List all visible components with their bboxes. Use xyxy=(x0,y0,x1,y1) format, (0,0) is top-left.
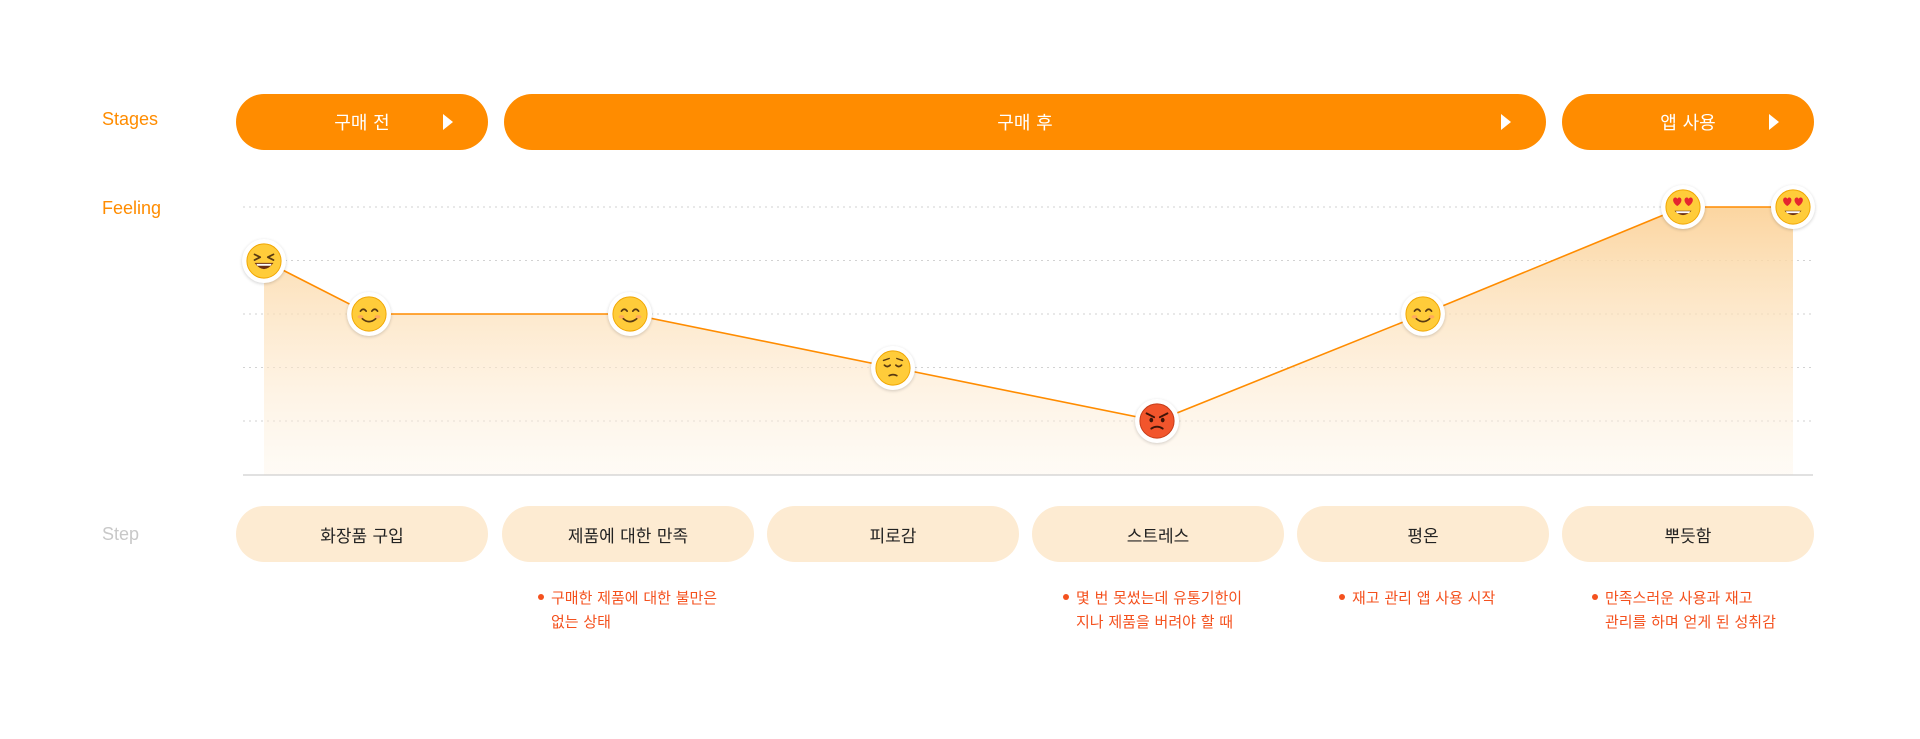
smiling-face-icon xyxy=(1401,292,1445,336)
step-note: 구매한 제품에 대한 불만은 없는 상태 xyxy=(538,586,717,634)
pensive-face-icon xyxy=(871,345,915,390)
step-label: 제품에 대한 만족 xyxy=(567,526,689,547)
heart-eyes-face-icon xyxy=(1771,185,1815,229)
laughing-face-icon xyxy=(242,238,286,283)
smiling-face-icon xyxy=(608,292,652,336)
step-note: 만족스러운 사용과 재고 관리를 하며 얻게 된 성취감 xyxy=(1592,586,1776,634)
step-note: 몇 번 못썼는데 유통기한이 지나 제품을 버려야 할 때 xyxy=(1063,586,1242,634)
step-pill: 스트레스 xyxy=(1032,506,1284,562)
step-pill: 화장품 구입 xyxy=(236,506,488,562)
step-label: 스트레스 xyxy=(1126,526,1190,547)
bullet-dot-icon xyxy=(1592,593,1598,600)
step-pill: 평온 xyxy=(1297,506,1549,562)
angry-face-icon xyxy=(1135,399,1179,443)
bullet-dot-icon xyxy=(538,593,544,600)
step-pill: 뿌듯함 xyxy=(1562,506,1814,562)
step-label: 화장품 구입 xyxy=(320,526,404,547)
step-label: 피로감 xyxy=(869,526,917,547)
step-note: 재고 관리 앱 사용 시작 xyxy=(1339,586,1495,610)
feeling-area xyxy=(264,207,1793,475)
heart-eyes-face-icon xyxy=(1661,185,1705,229)
smiling-face-icon xyxy=(347,292,391,336)
bullet-dot-icon xyxy=(1063,593,1069,600)
step-label: 평온 xyxy=(1407,526,1439,547)
step-label: 뿌듯함 xyxy=(1664,526,1712,547)
step-pill: 제품에 대한 만족 xyxy=(502,506,754,562)
step-pill: 피로감 xyxy=(767,506,1019,562)
bullet-dot-icon xyxy=(1339,593,1345,600)
